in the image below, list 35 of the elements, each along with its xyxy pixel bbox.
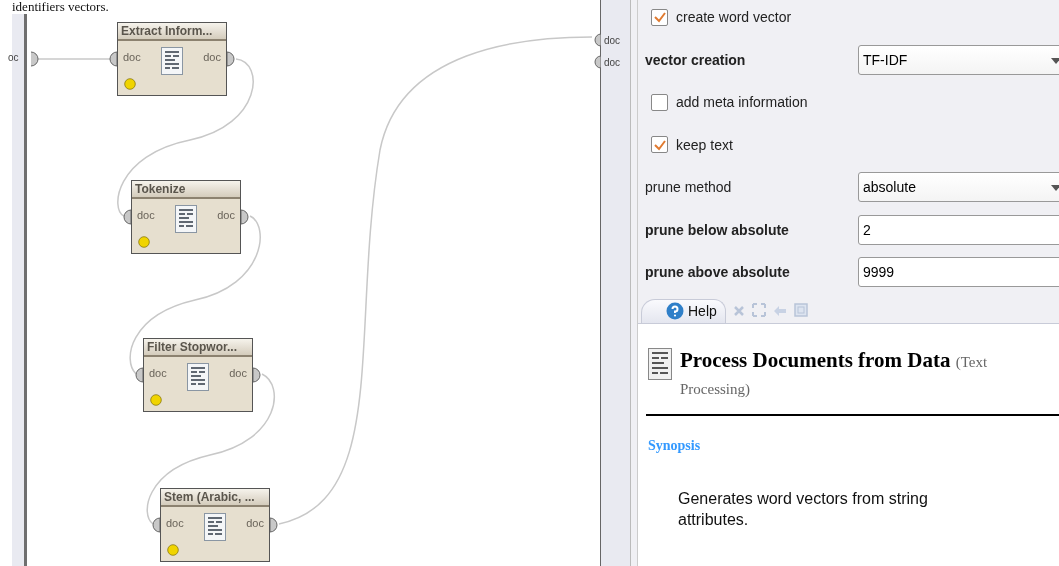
parameter-label: prune below absolute <box>645 221 790 238</box>
help-tab[interactable]: Help <box>641 299 726 323</box>
dropdown[interactable]: absolute <box>858 172 1059 202</box>
port-label: doc <box>246 517 264 529</box>
port-label: doc <box>604 56 621 68</box>
port-label: doc <box>149 367 167 379</box>
operator-node[interactable]: Extract Inform... doc doc <box>117 22 227 96</box>
input-field[interactable]: 9999 <box>858 257 1059 287</box>
parameter-label: prune above absolute <box>645 264 791 280</box>
description-text: Generates word vectors from string attributes. <box>678 489 929 530</box>
parameter-label: create word vector <box>676 9 792 25</box>
port-label: doc <box>203 51 221 63</box>
port-label: doc <box>137 209 155 221</box>
operator-title: Filter Stopwor... <box>144 339 252 357</box>
input-field[interactable]: 2 <box>858 214 1059 245</box>
section-heading: Synopsis <box>648 438 702 454</box>
port-label: doc <box>166 517 184 529</box>
operator-title: Stem (Arabic, ... <box>161 489 269 507</box>
operator-title: Tokenize <box>132 181 240 199</box>
operator-node[interactable]: Filter Stopwor... doc doc <box>143 338 253 412</box>
parameter-label: vector creation <box>645 51 747 68</box>
document-text: identifiers vectors. <box>12 0 109 14</box>
parameter-label: prune method <box>645 179 733 195</box>
parameter-label: keep text <box>676 136 733 153</box>
operator-node[interactable]: Stem (Arabic, ... doc doc <box>160 488 270 562</box>
operator-node[interactable]: Tokenize doc doc <box>131 180 241 254</box>
dropdown[interactable]: TF-IDF <box>858 44 1059 75</box>
parameter-label: add meta information <box>676 94 808 110</box>
port-label: doc <box>604 34 621 46</box>
port-label: oc <box>8 52 19 63</box>
operator-title: Extract Inform... <box>118 23 226 41</box>
port-label: doc <box>217 209 235 221</box>
port-label: doc <box>123 51 141 63</box>
port-label: doc <box>229 367 247 379</box>
help-title: Process Documents from Data (Text Processing) <box>680 348 989 399</box>
